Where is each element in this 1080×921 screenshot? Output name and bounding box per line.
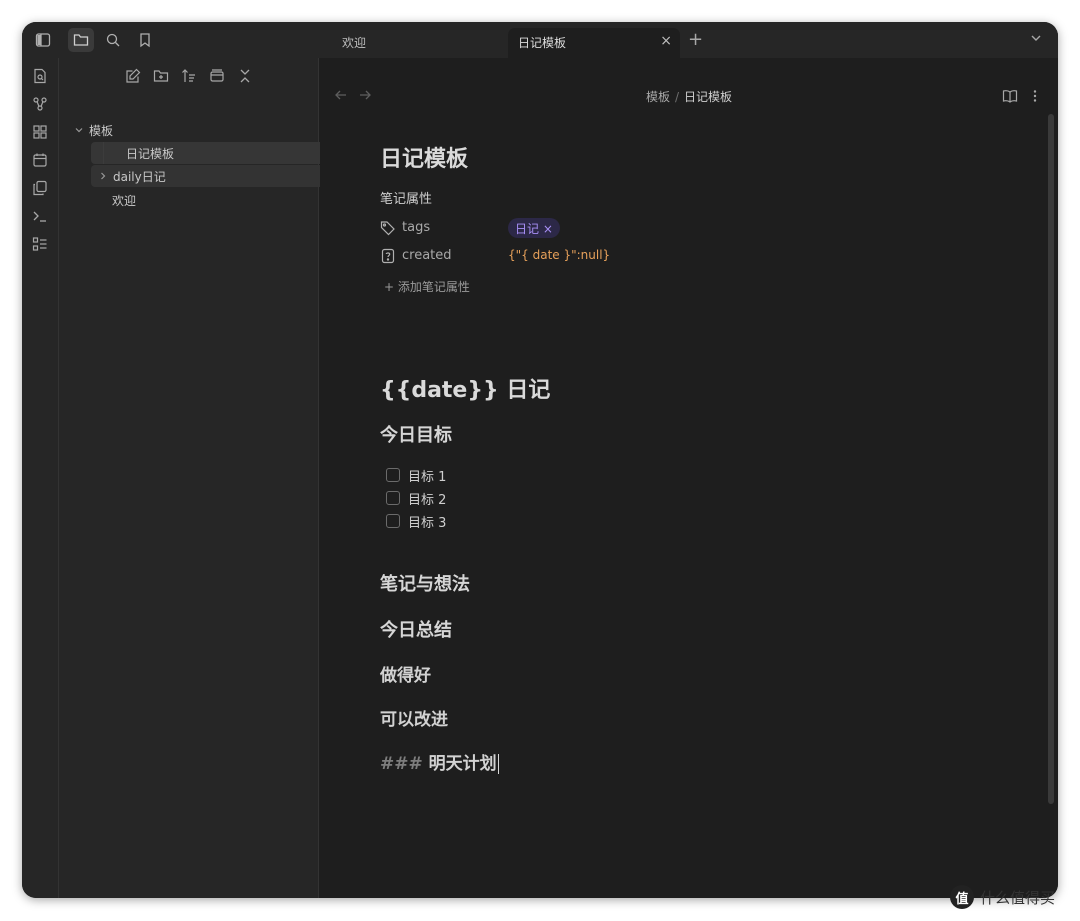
task-checkbox[interactable] <box>386 491 400 505</box>
task-checkbox[interactable] <box>386 468 400 482</box>
properties-heading[interactable]: 笔记属性 <box>380 188 432 207</box>
tree-item-label: 欢迎 <box>112 193 137 208</box>
chevron-down-icon[interactable] <box>1028 30 1044 46</box>
watermark-text: 什么值得买 <box>980 888 1056 907</box>
property-key[interactable]: created <box>402 248 452 263</box>
tree-item-label: 日记模板 <box>126 146 175 161</box>
breadcrumb-parent[interactable]: 模板 <box>646 90 670 104</box>
tab-diary-template[interactable]: 日记模板 × <box>508 28 680 58</box>
text-cursor <box>497 754 499 774</box>
collapse-all-icon[interactable] <box>237 68 253 84</box>
tree-item-label: daily日记 <box>113 169 166 184</box>
watermark: 值 什么值得买 <box>950 884 1055 910</box>
calendar-icon[interactable] <box>32 152 48 168</box>
task-list-icon[interactable] <box>32 236 48 252</box>
watermark-logo: 值 <box>950 885 974 909</box>
heading-plan-text: 明天计划 <box>428 754 497 774</box>
task-text: 目标 2 <box>408 493 447 508</box>
new-folder-icon[interactable] <box>153 68 169 84</box>
graph-icon[interactable] <box>32 96 48 112</box>
property-value[interactable]: {"{ date }":null} <box>508 248 610 262</box>
heading-date[interactable]: {{date}} 日记 <box>380 372 550 404</box>
search-icon[interactable] <box>100 28 126 52</box>
tree-file-welcome[interactable]: 欢迎 <box>91 189 330 211</box>
editor-pane: 模板 / 日记模板 日记模板 笔记属性 tags 日记 × created {"{ … <box>320 58 1058 898</box>
folder-icon[interactable] <box>68 28 94 52</box>
chevron-right-icon <box>101 172 106 180</box>
tag-remove-icon[interactable]: × <box>543 222 553 236</box>
collapse-view-icon[interactable] <box>209 68 225 84</box>
chevron-down-icon <box>75 128 83 133</box>
task-text: 目标 3 <box>408 516 447 531</box>
breadcrumb-current[interactable]: 日记模板 <box>684 90 732 104</box>
tree-file-diary-template[interactable]: 日记模板 <box>91 142 330 164</box>
new-note-icon[interactable] <box>125 68 141 84</box>
indent-guide <box>103 142 104 164</box>
more-options-icon[interactable] <box>1027 88 1043 104</box>
title-bar: 欢迎 日记模板 × + <box>22 22 1058 58</box>
heading-goals[interactable]: 今日目标 <box>380 421 452 447</box>
property-key[interactable]: tags <box>402 220 430 235</box>
breadcrumb-separator: / <box>674 90 680 104</box>
tag-pill[interactable]: 日记 × <box>508 218 560 238</box>
heading-improve[interactable]: 可以改进 <box>380 705 448 730</box>
ribbon <box>22 58 59 898</box>
task-text: 目标 1 <box>408 470 447 485</box>
copy-files-icon[interactable] <box>32 180 48 196</box>
question-file-icon <box>381 248 395 264</box>
explorer-toolbar <box>59 68 319 88</box>
tree-item-label: 模板 <box>89 123 114 138</box>
reading-view-icon[interactable] <box>1002 88 1018 104</box>
app-window: 欢迎 日记模板 × + 模板 日记模板 daily日记 欢迎 模板 / 日记模板… <box>22 22 1058 898</box>
tab-label: 日记模板 <box>518 36 567 50</box>
markdown-hash: ### <box>380 754 423 774</box>
sort-icon[interactable] <box>181 68 197 84</box>
task-checkbox[interactable] <box>386 514 400 528</box>
heading-notes[interactable]: 笔记与想法 <box>380 570 470 596</box>
open-quick-switcher-icon[interactable] <box>32 68 48 84</box>
property-created[interactable]: created {"{ date }":null} <box>380 246 780 266</box>
note-title[interactable]: 日记模板 <box>380 141 468 173</box>
tab-label: 欢迎 <box>342 36 367 50</box>
heading-summary[interactable]: 今日总结 <box>380 616 452 642</box>
sidebar-toggle-icon[interactable] <box>30 28 56 52</box>
tab-welcome[interactable]: 欢迎 <box>332 28 508 58</box>
breadcrumb: 模板 / 日记模板 <box>320 88 1058 105</box>
tree-folder-templates[interactable]: 模板 <box>73 119 309 141</box>
heading-plan-editing[interactable]: ### 明天计划 <box>380 749 499 774</box>
terminal-icon[interactable] <box>32 208 48 224</box>
new-tab-button[interactable]: + <box>688 29 703 50</box>
property-tags[interactable]: tags 日记 × <box>380 218 780 238</box>
file-explorer: 模板 日记模板 daily日记 欢迎 <box>59 58 330 898</box>
tag-icon <box>380 221 395 236</box>
scrollbar[interactable] <box>1048 114 1054 804</box>
heading-good[interactable]: 做得好 <box>380 661 431 686</box>
tree-folder-daily[interactable]: daily日记 <box>91 165 330 187</box>
add-property-button[interactable]: + 添加笔记属性 <box>384 278 470 295</box>
canvas-icon[interactable] <box>32 124 48 140</box>
bookmark-icon[interactable] <box>132 28 158 52</box>
close-icon[interactable]: × <box>660 33 672 49</box>
tag-value: 日记 <box>515 222 540 236</box>
